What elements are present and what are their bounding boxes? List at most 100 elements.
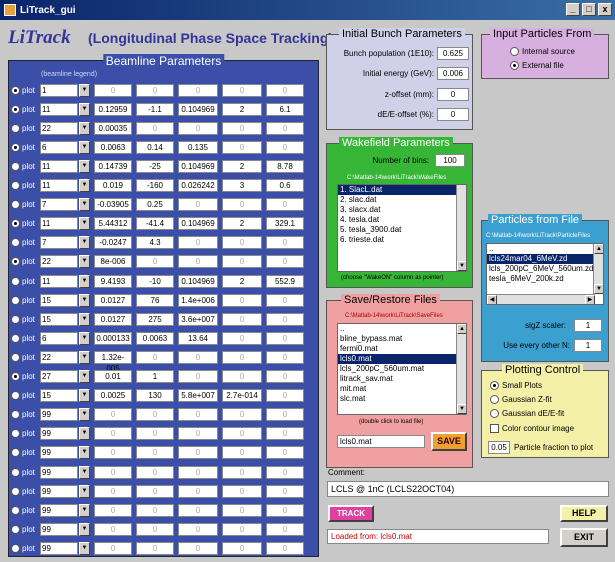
param-cell[interactable]: 0 [178, 121, 218, 135]
chevron-down-icon[interactable]: ▼ [79, 331, 90, 345]
plot-radio[interactable] [11, 123, 20, 133]
element-code-select[interactable]: 22 [40, 350, 78, 364]
param-cell[interactable]: 0 [178, 236, 218, 250]
param-cell[interactable]: 2 [222, 159, 262, 173]
param-cell[interactable]: 0 [266, 121, 304, 135]
plot-radio[interactable] [11, 104, 20, 114]
chevron-down-icon[interactable]: ▼ [79, 446, 90, 460]
chevron-down-icon[interactable]: ▼ [79, 293, 90, 307]
param-cell[interactable]: 0 [266, 370, 304, 383]
param-cell[interactable]: 0 [94, 83, 132, 97]
element-code-select[interactable]: 7 [40, 236, 78, 250]
chevron-down-icon[interactable]: ▼ [79, 408, 90, 422]
param-cell[interactable]: 0 [222, 446, 262, 460]
param-cell[interactable]: 0 [94, 427, 132, 441]
param-cell[interactable]: 0 [266, 140, 304, 154]
param-cell[interactable]: 0 [136, 446, 174, 460]
param-cell[interactable]: 0 [178, 408, 218, 422]
minimize-button[interactable]: _ [566, 3, 580, 16]
param-cell[interactable]: 0.25 [136, 198, 174, 212]
plot-radio[interactable] [11, 543, 20, 553]
param-cell[interactable]: 0.019 [94, 179, 132, 192]
bins-input[interactable]: 100 [435, 154, 465, 167]
param-cell[interactable]: 0 [136, 427, 174, 441]
param-cell[interactable]: 130 [136, 389, 174, 403]
param-cell[interactable]: 0.01 [94, 370, 132, 383]
param-cell[interactable]: -41.4 [136, 217, 174, 231]
param-cell[interactable]: 0.0025 [94, 389, 132, 403]
param-cell[interactable]: 5.8e+007 [178, 389, 218, 403]
element-code-select[interactable]: 99 [40, 541, 78, 555]
element-code-select[interactable]: 99 [40, 427, 78, 441]
plot-radio[interactable] [11, 276, 20, 286]
plot-radio[interactable] [11, 486, 20, 496]
param-cell[interactable]: 0 [222, 484, 262, 498]
element-code-select[interactable]: 11 [40, 274, 78, 288]
param-cell[interactable]: 0.6 [266, 179, 304, 192]
element-code-select[interactable]: 22 [40, 121, 78, 135]
chevron-down-icon[interactable]: ▼ [79, 102, 90, 116]
chevron-down-icon[interactable]: ▼ [79, 159, 90, 173]
chevron-down-icon[interactable]: ▼ [79, 389, 90, 403]
param-cell[interactable]: 0 [136, 465, 174, 479]
param-cell[interactable]: 8.78 [266, 159, 304, 173]
param-cell[interactable]: 0 [222, 255, 262, 269]
param-cell[interactable]: 0 [136, 350, 174, 364]
param-cell[interactable]: 0 [136, 255, 174, 269]
param-cell[interactable]: 275 [136, 312, 174, 326]
param-cell[interactable]: 0 [266, 484, 304, 498]
param-cell[interactable]: 0 [178, 465, 218, 479]
param-cell[interactable]: 2 [222, 217, 262, 231]
param-cell[interactable]: 0.000133 [94, 331, 132, 345]
chevron-down-icon[interactable]: ▼ [79, 465, 90, 479]
plot-radio[interactable] [11, 505, 20, 515]
chevron-down-icon[interactable]: ▼ [79, 370, 90, 383]
plot-radio[interactable] [11, 200, 20, 210]
plot-radio[interactable] [11, 524, 20, 534]
param-cell[interactable]: 0 [94, 484, 132, 498]
element-code-select[interactable]: 11 [40, 159, 78, 173]
param-cell[interactable]: -25 [136, 159, 174, 173]
list-item[interactable]: 3. slacx.dat [338, 205, 466, 215]
param-cell[interactable]: 0 [94, 446, 132, 460]
list-item[interactable]: lcls0.mat [338, 354, 466, 364]
chevron-down-icon[interactable]: ▼ [79, 350, 90, 364]
gauss-z-radio[interactable]: Gaussian Z-fit [490, 395, 552, 404]
param-cell[interactable]: 0 [266, 198, 304, 212]
list-item[interactable]: mit.mat [338, 384, 466, 394]
param-cell[interactable]: 0 [266, 427, 304, 441]
param-cell[interactable]: 3 [222, 179, 262, 192]
param-cell[interactable]: 0 [136, 541, 174, 555]
save-button[interactable]: SAVE [431, 432, 467, 451]
every-input[interactable]: 1 [574, 339, 602, 352]
param-cell[interactable]: 0 [178, 198, 218, 212]
deoffset-input[interactable]: 0 [437, 108, 469, 121]
param-cell[interactable]: 1.32e-005 [94, 350, 132, 373]
param-cell[interactable]: 329.1 [266, 217, 304, 231]
element-code-select[interactable]: 15 [40, 312, 78, 326]
param-cell[interactable]: 0 [136, 83, 174, 97]
population-input[interactable]: 0.625 [437, 47, 469, 60]
scroll-down-icon[interactable]: ▼ [457, 404, 466, 414]
chevron-down-icon[interactable]: ▼ [79, 255, 90, 269]
param-cell[interactable]: 0.0063 [136, 331, 174, 345]
param-cell[interactable]: 0 [266, 331, 304, 345]
plot-radio[interactable] [11, 257, 20, 267]
track-button[interactable]: TRACK [328, 505, 374, 522]
param-cell[interactable]: 0 [266, 312, 304, 326]
chevron-down-icon[interactable]: ▼ [79, 236, 90, 250]
list-item[interactable]: .. [487, 244, 603, 254]
param-cell[interactable]: 0 [94, 408, 132, 422]
param-cell[interactable]: 0.00035 [94, 121, 132, 135]
plot-radio[interactable] [11, 219, 20, 229]
param-cell[interactable]: 0 [266, 255, 304, 269]
param-cell[interactable]: 1.4e+006 [178, 293, 218, 307]
param-cell[interactable]: 0 [266, 350, 304, 364]
element-code-select[interactable]: 15 [40, 293, 78, 307]
list-item[interactable]: slc.mat [338, 394, 466, 404]
param-cell[interactable]: -160 [136, 179, 174, 192]
internal-source-radio[interactable]: Internal source [510, 47, 575, 56]
param-cell[interactable]: 6.1 [266, 102, 304, 116]
param-cell[interactable]: 0 [178, 370, 218, 383]
param-cell[interactable]: 2 [222, 102, 262, 116]
